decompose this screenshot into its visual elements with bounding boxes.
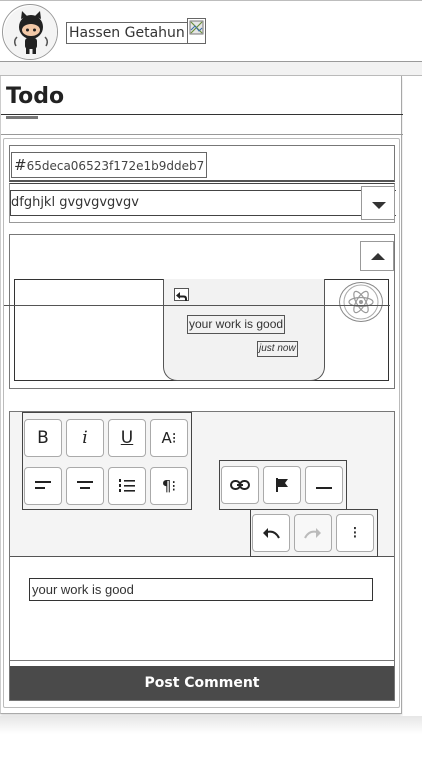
todo-card: #65deca06523f172e1b9ddeb7 dfghjkl gvgvgv… bbox=[3, 138, 400, 708]
link-button[interactable] bbox=[221, 466, 259, 504]
message-bubble: your work is good just now bbox=[163, 279, 325, 381]
github-octocat-icon bbox=[4, 6, 57, 59]
id-hash: # bbox=[14, 156, 27, 174]
paragraph-button[interactable]: ¶⁝ bbox=[150, 467, 188, 505]
broken-image-icon bbox=[187, 18, 206, 44]
redo-icon bbox=[304, 528, 321, 539]
avatar[interactable] bbox=[2, 4, 58, 60]
messages-divider bbox=[4, 305, 390, 306]
reply-arrow-icon[interactable] bbox=[174, 288, 189, 301]
underline-button[interactable]: U bbox=[108, 419, 146, 457]
todo-panel: Todo #65deca06523f172e1b9ddeb7 dfghjkl g… bbox=[0, 76, 403, 714]
title-divider bbox=[1, 114, 403, 115]
more-options-button[interactable]: ⁝ bbox=[336, 514, 374, 552]
comment-editor: B i U A⁝ ¶⁝ ⁝ your work is good Post Com… bbox=[9, 411, 395, 701]
dropdown-button[interactable] bbox=[361, 186, 395, 220]
select-field[interactable]: dfghjkl gvgvgvgvgv bbox=[10, 190, 396, 216]
post-comment-button[interactable]: Post Comment bbox=[10, 666, 394, 700]
todo-id: #65deca06523f172e1b9ddeb7 bbox=[11, 152, 208, 178]
bold-button[interactable]: B bbox=[24, 419, 62, 457]
undo-icon bbox=[263, 528, 280, 539]
horizontal-rule-icon bbox=[316, 487, 332, 489]
align-center-button[interactable] bbox=[66, 467, 104, 505]
todo-select[interactable]: dfghjkl gvgvgvgvgv bbox=[9, 183, 396, 223]
align-center-icon bbox=[77, 481, 93, 489]
editor-toolbar: B i U A⁝ ¶⁝ ⁝ bbox=[10, 412, 394, 557]
history-group: ⁝ bbox=[250, 509, 378, 557]
flag-button[interactable] bbox=[263, 466, 301, 504]
redo-button[interactable] bbox=[294, 514, 332, 552]
message-text: your work is good bbox=[187, 315, 286, 334]
horizontal-rule-button[interactable] bbox=[305, 466, 343, 504]
react-atom-icon bbox=[339, 282, 383, 322]
page-title: Todo bbox=[6, 84, 65, 109]
flag-icon bbox=[276, 478, 288, 492]
undo-button[interactable] bbox=[252, 514, 290, 552]
insert-group bbox=[219, 460, 347, 510]
id-value: 65deca06523f172e1b9ddeb7 bbox=[26, 159, 205, 173]
message-list: your work is good just now bbox=[14, 279, 389, 381]
select-value: dfghjkl gvgvgvgvgv bbox=[11, 195, 139, 210]
page: Hassen Getahun Todo #65deca06523f172e1b9… bbox=[0, 0, 422, 774]
chevron-down-icon bbox=[372, 202, 386, 209]
title-divider-lower bbox=[1, 134, 403, 135]
chevron-up-icon bbox=[371, 253, 385, 260]
text-format-group: B i U A⁝ ¶⁝ bbox=[22, 412, 192, 510]
bottom-shadow bbox=[0, 716, 422, 734]
font-size-button[interactable]: A⁝ bbox=[150, 419, 188, 457]
messages-section: your work is good just now bbox=[9, 234, 395, 389]
italic-button[interactable]: i bbox=[66, 419, 104, 457]
post-divider bbox=[10, 660, 394, 661]
collapse-button[interactable] bbox=[360, 241, 394, 271]
app-header: Hassen Getahun bbox=[0, 0, 422, 62]
align-left-button[interactable] bbox=[24, 467, 62, 505]
title-underline bbox=[6, 116, 38, 119]
comment-input[interactable] bbox=[29, 578, 373, 601]
link-icon bbox=[230, 480, 250, 490]
numbered-list-icon bbox=[119, 479, 135, 492]
align-left-icon bbox=[35, 481, 51, 489]
user-name[interactable]: Hassen Getahun bbox=[66, 22, 188, 44]
panel-right-strip bbox=[403, 76, 422, 730]
numbered-list-button[interactable] bbox=[108, 467, 146, 505]
todo-id-field: #65deca06523f172e1b9ddeb7 bbox=[9, 145, 395, 182]
header-separator bbox=[0, 62, 422, 76]
message-time: just now bbox=[257, 341, 298, 357]
